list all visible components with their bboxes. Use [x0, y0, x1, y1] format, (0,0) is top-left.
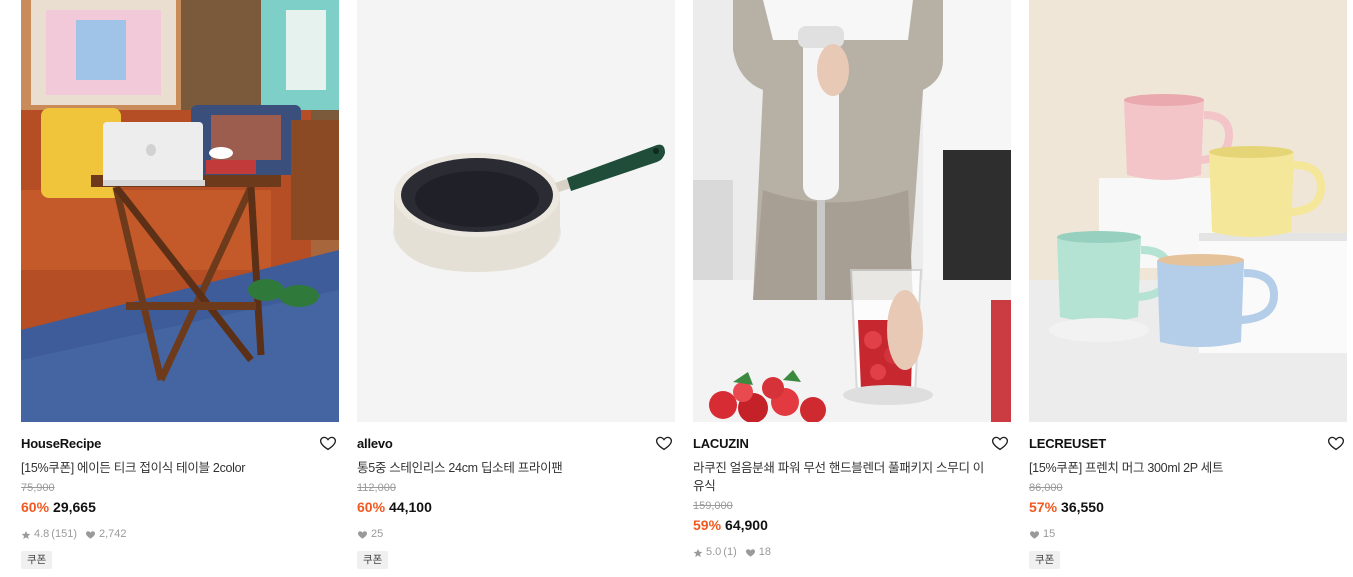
rating: 5.0 (1) [693, 546, 737, 559]
like-count: 25 [371, 528, 384, 540]
product-info: allevo 통5중 스테인리스 24cm 딥소테 프라이팬 112,000 6… [357, 422, 675, 569]
brand-name[interactable]: allevo [357, 436, 675, 452]
likes: 15 [1029, 528, 1055, 541]
original-price: 159,000 [693, 500, 733, 512]
review-count: (1) [723, 546, 737, 558]
likes: 2,742 [85, 528, 127, 541]
heart-filled-icon [745, 549, 755, 557]
product-title[interactable]: 라쿠진 얼음분쇄 파워 무선 핸드블렌더 풀패키지 스무디 이유식 [693, 459, 993, 495]
price-row: 60% 29,665 [21, 499, 339, 516]
price-row: 59% 64,900 [693, 517, 1011, 534]
likes: 25 [357, 528, 383, 541]
original-price: 75,900 [21, 482, 55, 494]
product-card[interactable]: LACUZIN 라쿠진 얼음분쇄 파워 무선 핸드블렌더 풀패키지 스무디 이유… [693, 0, 1011, 559]
product-meta: 15 [1029, 528, 1347, 541]
product-info: LACUZIN 라쿠진 얼음분쇄 파워 무선 핸드블렌더 풀패키지 스무디 이유… [693, 422, 1011, 559]
brand-name[interactable]: LACUZIN [693, 436, 1011, 452]
coupon-badge: 쿠폰 [1029, 551, 1061, 569]
original-price: 112,000 [357, 482, 396, 494]
sale-price: 29,665 [53, 499, 96, 515]
product-info: HouseRecipe [15%쿠폰] 에이든 티크 접이식 테이블 2colo… [21, 422, 339, 569]
like-count: 18 [758, 546, 771, 558]
product-meta: 25 [357, 528, 675, 541]
product-title[interactable]: [15%쿠폰] 프렌치 머그 300ml 2P 세트 [1029, 459, 1329, 477]
product-card[interactable]: LECREUSET [15%쿠폰] 프렌치 머그 300ml 2P 세트 86,… [1029, 0, 1347, 569]
like-count: 15 [1043, 528, 1056, 540]
original-price: 86,000 [1029, 482, 1063, 494]
product-image[interactable] [21, 0, 339, 422]
product-image[interactable] [1029, 0, 1347, 422]
heart-outline-icon[interactable] [991, 434, 1009, 452]
discount-rate: 57% [1029, 499, 1058, 515]
rating-value: 4.8 [34, 528, 50, 540]
price-row: 57% 36,550 [1029, 499, 1347, 516]
discount-rate: 60% [357, 499, 386, 515]
coupon-badge: 쿠폰 [357, 551, 389, 569]
product-card[interactable]: HouseRecipe [15%쿠폰] 에이든 티크 접이식 테이블 2colo… [21, 0, 339, 569]
product-title[interactable]: 통5중 스테인리스 24cm 딥소테 프라이팬 [357, 459, 657, 477]
brand-name[interactable]: HouseRecipe [21, 436, 339, 452]
product-meta: 4.8 (151) 2,742 [21, 528, 339, 541]
rating-value: 5.0 [706, 546, 722, 558]
discount-rate: 59% [693, 517, 722, 533]
product-meta: 5.0 (1) 18 [693, 546, 1011, 559]
price-row: 60% 44,100 [357, 499, 675, 516]
star-icon [693, 548, 703, 557]
product-image[interactable] [357, 0, 675, 422]
sale-price: 44,100 [389, 499, 432, 515]
likes: 18 [745, 546, 771, 559]
heart-outline-icon[interactable] [1327, 434, 1345, 452]
brand-name[interactable]: LECREUSET [1029, 436, 1347, 452]
heart-outline-icon[interactable] [655, 434, 673, 452]
product-card[interactable]: allevo 통5중 스테인리스 24cm 딥소테 프라이팬 112,000 6… [357, 0, 675, 569]
product-info: LECREUSET [15%쿠폰] 프렌치 머그 300ml 2P 세트 86,… [1029, 422, 1347, 569]
product-grid: HouseRecipe [15%쿠폰] 에이든 티크 접이식 테이블 2colo… [0, 0, 1353, 577]
sale-price: 64,900 [725, 517, 768, 533]
heart-filled-icon [85, 531, 95, 539]
heart-outline-icon[interactable] [319, 434, 337, 452]
coupon-badge: 쿠폰 [21, 551, 53, 569]
like-count: 2,742 [98, 528, 127, 540]
heart-filled-icon [357, 531, 368, 539]
discount-rate: 60% [21, 499, 50, 515]
review-count: (151) [51, 528, 77, 540]
product-title[interactable]: [15%쿠폰] 에이든 티크 접이식 테이블 2color [21, 459, 321, 477]
sale-price: 36,550 [1061, 499, 1104, 515]
product-image[interactable] [693, 0, 1011, 422]
rating: 4.8 (151) [21, 528, 77, 541]
star-icon [21, 530, 31, 539]
heart-filled-icon [1029, 531, 1040, 539]
